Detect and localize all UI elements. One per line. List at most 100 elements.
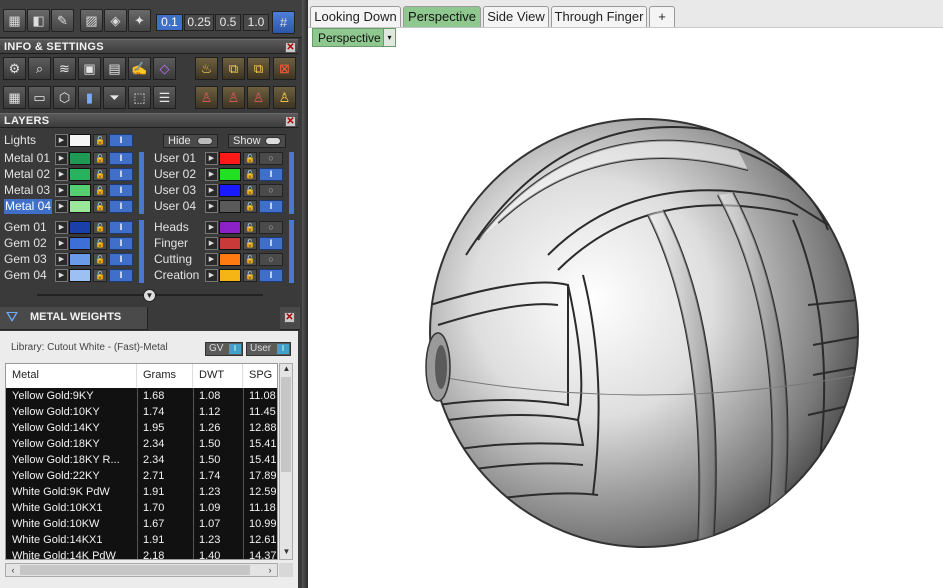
layer-row[interactable]: Heads ▶ 🔓 ○ bbox=[154, 220, 289, 235]
volleyball-model[interactable] bbox=[408, 75, 868, 555]
expand-triangle-icon[interactable]: ▶ bbox=[55, 200, 68, 213]
visibility-toggle[interactable]: I bbox=[109, 200, 133, 213]
collapse-chevron-icon[interactable]: ▼ bbox=[143, 289, 156, 302]
lock-icon[interactable]: 🔓 bbox=[243, 221, 257, 234]
close-icon[interactable]: ✕ bbox=[285, 42, 296, 53]
lock-icon[interactable]: 🔓 bbox=[93, 237, 107, 250]
expand-triangle-icon[interactable]: ▶ bbox=[205, 152, 218, 165]
lock-icon[interactable]: 🔓 bbox=[93, 134, 107, 147]
table-row[interactable]: Yellow Gold:18KY 2.34 1.50 15.41 bbox=[6, 436, 277, 452]
column-header-dwt[interactable]: DWT bbox=[193, 364, 243, 387]
layer-color-swatch[interactable] bbox=[219, 200, 241, 213]
layer-color-swatch[interactable] bbox=[69, 152, 91, 165]
visibility-toggle[interactable]: I bbox=[259, 269, 283, 282]
layer-color-swatch[interactable] bbox=[69, 134, 91, 147]
lock-icon[interactable]: 🔓 bbox=[243, 269, 257, 282]
visibility-toggle[interactable]: I bbox=[109, 269, 133, 282]
lock-icon[interactable]: 🔓 bbox=[243, 253, 257, 266]
visibility-toggle[interactable]: I bbox=[109, 152, 133, 165]
lock-icon[interactable]: 🔓 bbox=[243, 184, 257, 197]
table-row[interactable]: White Gold:9K PdW 1.91 1.23 12.59 bbox=[6, 484, 277, 500]
layer-color-swatch[interactable] bbox=[219, 168, 241, 181]
visibility-toggle[interactable]: ○ bbox=[259, 253, 283, 266]
lock-icon[interactable]: 🔓 bbox=[243, 168, 257, 181]
cube-outline-icon[interactable]: ◇ bbox=[153, 57, 176, 80]
expand-triangle-icon[interactable]: ▶ bbox=[205, 200, 218, 213]
table-row[interactable]: Yellow Gold:18KY R... 2.34 1.50 15.41 bbox=[6, 452, 277, 468]
hide-button[interactable]: Hide bbox=[163, 134, 218, 148]
visibility-toggle[interactable]: I bbox=[109, 237, 133, 250]
expand-triangle-icon[interactable]: ▶ bbox=[55, 253, 68, 266]
filter-icon[interactable]: ⏷ bbox=[103, 86, 126, 109]
table-row[interactable]: Yellow Gold:22KY 2.71 1.74 17.89 bbox=[6, 468, 277, 484]
table-row[interactable]: White Gold:14K PdW 2.18 1.40 14.37 bbox=[6, 548, 277, 559]
scroll-right-icon[interactable]: › bbox=[264, 564, 276, 576]
lock-icon[interactable]: 🔓 bbox=[93, 152, 107, 165]
table-row[interactable]: White Gold:14KX1 1.91 1.23 12.61 bbox=[6, 532, 277, 548]
render-alt-icon[interactable]: ⧉ bbox=[247, 57, 270, 80]
horizontal-scrollbar[interactable]: ‹ › bbox=[5, 563, 278, 577]
layer-row[interactable]: Gem 02 ▶ 🔓 I bbox=[4, 236, 139, 251]
scrollbar-thumb[interactable] bbox=[281, 377, 291, 472]
layer-row[interactable]: Cutting ▶ 🔓 ○ bbox=[154, 252, 289, 267]
tab-through-finger[interactable]: Through Finger bbox=[551, 6, 647, 27]
render-x-icon[interactable]: ⊠ bbox=[273, 57, 296, 80]
layer-row[interactable]: Creation ▶ 🔓 I bbox=[154, 268, 289, 283]
scroll-left-icon[interactable]: ‹ bbox=[7, 564, 19, 576]
visibility-toggle[interactable]: I bbox=[109, 134, 133, 147]
column-header-metal[interactable]: Metal bbox=[6, 364, 137, 387]
layer-row[interactable]: Gem 03 ▶ 🔓 I bbox=[4, 252, 139, 267]
layer-color-swatch[interactable] bbox=[219, 221, 241, 234]
book-icon[interactable]: ▮ bbox=[78, 86, 101, 109]
edit-icon[interactable]: ✍ bbox=[128, 57, 151, 80]
expand-triangle-icon[interactable]: ▶ bbox=[55, 237, 68, 250]
visibility-toggle[interactable]: ○ bbox=[259, 184, 283, 197]
tab-perspective[interactable]: Perspective bbox=[403, 6, 481, 27]
layer-row[interactable]: Gem 04 ▶ 🔓 I bbox=[4, 268, 139, 283]
layer-color-swatch[interactable] bbox=[69, 269, 91, 282]
lock-icon[interactable]: 🔓 bbox=[93, 253, 107, 266]
tab-looking-down[interactable]: Looking Down bbox=[310, 6, 401, 27]
render-icon[interactable]: ⧉ bbox=[222, 57, 245, 80]
layer-color-swatch[interactable] bbox=[219, 237, 241, 250]
expand-triangle-icon[interactable]: ▶ bbox=[55, 134, 68, 147]
figure-x-icon[interactable]: ♙ bbox=[222, 86, 245, 109]
layer-color-swatch[interactable] bbox=[69, 168, 91, 181]
expand-triangle-icon[interactable]: ▶ bbox=[205, 253, 218, 266]
layer-row-lights[interactable]: Lights ▶ 🔓 I bbox=[4, 133, 144, 148]
layer-row[interactable]: User 01 ▶ 🔓 ○ bbox=[154, 151, 289, 166]
hatch-icon[interactable]: ▨ bbox=[80, 9, 103, 32]
visibility-toggle[interactable]: ○ bbox=[259, 152, 283, 165]
layer-color-swatch[interactable] bbox=[69, 184, 91, 197]
layer-color-swatch[interactable] bbox=[69, 237, 91, 250]
expand-triangle-icon[interactable]: ▶ bbox=[205, 269, 218, 282]
layer-color-swatch[interactable] bbox=[69, 221, 91, 234]
layer-row[interactable]: User 04 ▶ 🔓 I bbox=[154, 199, 289, 214]
lock-icon[interactable]: 🔓 bbox=[93, 168, 107, 181]
wireframe-cube-icon[interactable]: ⬡ bbox=[53, 86, 76, 109]
document-icon[interactable]: ▤ bbox=[103, 57, 126, 80]
expand-triangle-icon[interactable]: ▶ bbox=[205, 184, 218, 197]
expand-triangle-icon[interactable]: ▶ bbox=[205, 221, 218, 234]
box-icon[interactable]: ▣ bbox=[78, 57, 101, 80]
layer-color-swatch[interactable] bbox=[69, 200, 91, 213]
add-tab-button[interactable]: + bbox=[649, 6, 675, 27]
scroll-down-icon[interactable]: ▼ bbox=[281, 547, 292, 559]
layer-color-swatch[interactable] bbox=[219, 269, 241, 282]
lock-icon[interactable]: 🔓 bbox=[243, 152, 257, 165]
pen-icon[interactable]: ✎ bbox=[51, 9, 74, 32]
grid-snap-icon[interactable]: # bbox=[272, 11, 295, 34]
eye-icon[interactable]: ◈ bbox=[104, 9, 127, 32]
visibility-toggle[interactable]: I bbox=[259, 168, 283, 181]
column-header-grams[interactable]: Grams bbox=[137, 364, 193, 387]
scrollbar-thumb[interactable] bbox=[20, 565, 250, 575]
layer-row[interactable]: User 02 ▶ 🔓 I bbox=[154, 167, 289, 182]
layer-row[interactable]: Metal 03 ▶ 🔓 I bbox=[4, 183, 139, 198]
user-toggle[interactable]: User I bbox=[246, 342, 291, 356]
expand-triangle-icon[interactable]: ▶ bbox=[55, 152, 68, 165]
expand-triangle-icon[interactable]: ▶ bbox=[205, 237, 218, 250]
figure-gold-icon[interactable]: ♙ bbox=[273, 86, 296, 109]
snap-0.1-button[interactable]: 0.1 bbox=[156, 14, 183, 31]
layer-color-swatch[interactable] bbox=[219, 253, 241, 266]
visibility-toggle[interactable]: ○ bbox=[259, 221, 283, 234]
